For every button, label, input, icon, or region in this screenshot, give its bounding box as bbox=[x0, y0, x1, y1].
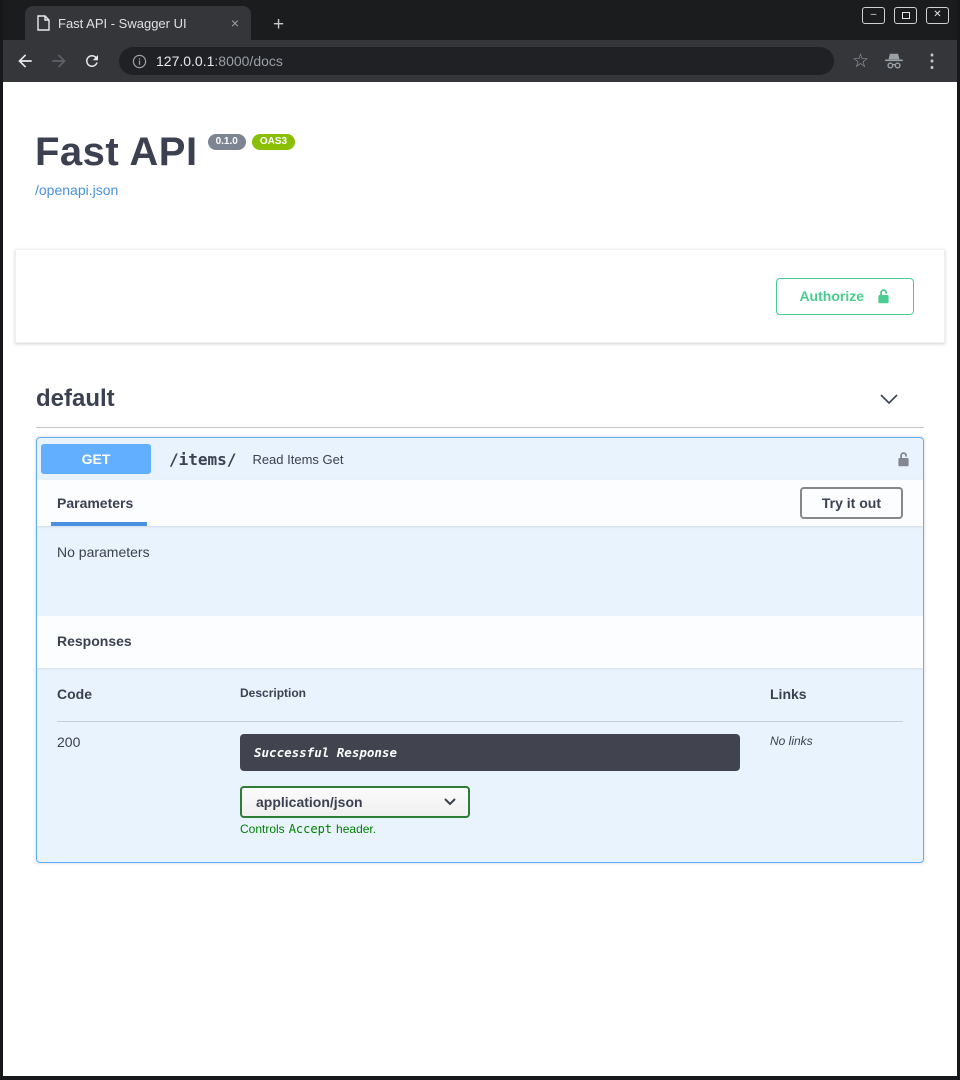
tag-name: default bbox=[36, 385, 115, 413]
accept-note-code: Accept bbox=[289, 822, 332, 836]
response-code: 200 bbox=[57, 722, 240, 771]
operation-summary[interactable]: GET /items/ Read Items Get bbox=[37, 438, 923, 480]
response-description-box: Successful Response bbox=[240, 734, 740, 771]
maximize-icon bbox=[902, 12, 910, 19]
media-type-value: application/json bbox=[256, 794, 444, 810]
no-parameters-text: No parameters bbox=[57, 544, 150, 560]
maximize-button[interactable] bbox=[894, 7, 917, 24]
browser-tab[interactable]: Fast API - Swagger UI × bbox=[25, 6, 251, 40]
api-info: Fast API 0.1.0 OAS3 /openapi.json bbox=[35, 132, 925, 200]
tag-section-header[interactable]: default bbox=[36, 373, 924, 428]
url-text: 127.0.0.1:8000/docs bbox=[156, 53, 283, 69]
responses-body: Code Description Links 200 Successful Re… bbox=[37, 668, 923, 862]
column-header-links: Links bbox=[770, 686, 903, 722]
accept-note-suffix: header. bbox=[336, 822, 376, 836]
url-host: 127.0.0.1 bbox=[156, 53, 214, 69]
incognito-icon bbox=[883, 52, 905, 70]
responses-table: Code Description Links 200 Successful Re… bbox=[57, 686, 903, 836]
authorize-label: Authorize bbox=[799, 288, 864, 304]
bookmark-star-icon[interactable]: ☆ bbox=[852, 50, 869, 73]
site-info-icon[interactable] bbox=[131, 53, 148, 70]
openapi-spec-link[interactable]: /openapi.json bbox=[35, 182, 118, 198]
responses-header: Responses bbox=[37, 616, 923, 668]
media-type-cell: application/json Controls Accept header. bbox=[240, 771, 770, 836]
tab-parameters[interactable]: Parameters bbox=[57, 495, 133, 511]
authorize-button[interactable]: Authorize bbox=[776, 278, 914, 315]
column-header-code: Code bbox=[57, 686, 240, 722]
url-path: :8000/docs bbox=[214, 53, 283, 69]
lock-icon[interactable] bbox=[896, 450, 911, 469]
media-type-select[interactable]: application/json bbox=[240, 786, 470, 818]
favicon-document-icon bbox=[37, 15, 50, 31]
tab-title: Fast API - Swagger UI bbox=[58, 16, 219, 31]
close-button[interactable]: ✕ bbox=[926, 7, 949, 24]
minimize-button[interactable]: – bbox=[862, 7, 885, 24]
try-it-out-button[interactable]: Try it out bbox=[800, 487, 903, 519]
parameters-header: Parameters Try it out bbox=[37, 480, 923, 526]
tab-strip: Fast API - Swagger UI × + – ✕ bbox=[3, 0, 957, 40]
accept-note-prefix: Controls bbox=[240, 822, 285, 836]
new-tab-button[interactable]: + bbox=[267, 15, 290, 34]
column-header-description: Description bbox=[240, 686, 770, 722]
reload-icon[interactable] bbox=[83, 52, 101, 70]
browser-menu-icon[interactable]: ⋮ bbox=[919, 51, 945, 72]
opblock-get-items: GET /items/ Read Items Get Parameters Tr… bbox=[36, 437, 924, 863]
tab-close-icon[interactable]: × bbox=[227, 15, 243, 31]
http-method-badge: GET bbox=[41, 444, 151, 474]
response-description-cell: Successful Response bbox=[240, 722, 770, 771]
swagger-page: Fast API 0.1.0 OAS3 /openapi.json Author… bbox=[3, 82, 957, 1076]
operation-path: /items/ bbox=[169, 450, 236, 469]
back-icon[interactable] bbox=[15, 51, 35, 71]
collapse-chevron-icon[interactable] bbox=[880, 394, 898, 404]
version-badge: 0.1.0 bbox=[208, 134, 246, 150]
browser-window: Fast API - Swagger UI × + – ✕ 127.0.0.1:… bbox=[0, 0, 960, 1080]
unlocked-padlock-icon bbox=[876, 287, 891, 306]
forward-icon[interactable] bbox=[49, 51, 69, 71]
parameters-body: No parameters bbox=[37, 526, 923, 616]
chevron-down-icon bbox=[444, 798, 456, 806]
operation-summary-text: Read Items Get bbox=[252, 452, 343, 467]
browser-toolbar: 127.0.0.1:8000/docs ☆ ⋮ bbox=[3, 40, 957, 82]
scheme-container: Authorize bbox=[15, 249, 945, 343]
address-bar[interactable]: 127.0.0.1:8000/docs bbox=[119, 47, 834, 75]
window-controls: – ✕ bbox=[862, 7, 949, 24]
active-tab-underline bbox=[51, 522, 147, 526]
oas3-badge: OAS3 bbox=[252, 134, 295, 150]
responses-title: Responses bbox=[57, 633, 132, 649]
response-links: No links bbox=[770, 722, 903, 771]
page-title: Fast API bbox=[35, 132, 198, 172]
accept-header-note: Controls Accept header. bbox=[240, 822, 770, 836]
